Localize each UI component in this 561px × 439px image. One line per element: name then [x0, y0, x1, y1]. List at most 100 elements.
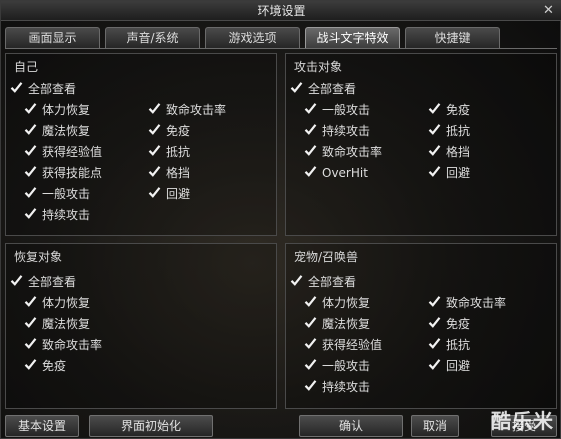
checkbox-self-item[interactable]: 一般攻击	[24, 186, 91, 202]
checkmark-icon	[24, 103, 37, 115]
checkbox-label: 格挡	[166, 166, 191, 180]
checkmark-icon	[10, 82, 23, 94]
checkbox-pet-item[interactable]: 体力恢复	[304, 295, 370, 311]
checkbox-heal_target-item[interactable]: 体力恢复	[24, 295, 90, 311]
panel-title-heal-target: 恢复对象	[14, 250, 63, 264]
checkbox-self-item[interactable]: 致命攻击率	[148, 102, 226, 118]
checkmark-icon	[304, 124, 317, 136]
window-title: 环境设置	[257, 4, 306, 18]
title-bar: 环境设置	[1, 1, 561, 21]
checkbox-label: OverHit	[322, 166, 368, 180]
checkbox-pet-item[interactable]: 抵抗	[428, 337, 471, 353]
tab-game-options[interactable]: 游戏选项	[205, 27, 300, 48]
panel-title-pet: 宠物/召唤兽	[294, 250, 359, 264]
checkbox-label: 抵抗	[446, 338, 471, 352]
checkbox-label: 魔法恢复	[42, 124, 91, 138]
checkbox-attack_target-item[interactable]: 一般攻击	[304, 102, 371, 118]
checkbox-self-item[interactable]: 魔法恢复	[24, 123, 91, 139]
checkmark-icon	[428, 359, 441, 371]
close-icon[interactable]: ✕	[541, 3, 556, 18]
checkbox-pet-item[interactable]: 免疫	[428, 316, 471, 332]
panel-title-self: 自己	[14, 60, 39, 74]
checkbox-heal_target-item[interactable]: 致命攻击率	[24, 337, 103, 353]
checkmark-icon	[428, 103, 441, 115]
checkbox-attack_target-item[interactable]: 免疫	[428, 102, 471, 118]
tab-display[interactable]: 画面显示	[5, 27, 100, 48]
checkmark-icon	[428, 317, 441, 329]
basic-settings-button[interactable]: 基本设置	[5, 415, 79, 437]
checkbox-label: 回避	[166, 187, 191, 201]
checkmark-icon	[24, 124, 37, 136]
checkbox-heal_target-all[interactable]: 全部查看	[10, 274, 77, 290]
checkbox-label: 一般攻击	[322, 103, 371, 117]
checkbox-attack_target-item[interactable]: 回避	[428, 165, 470, 181]
checkbox-label: 获得经验值	[42, 145, 103, 159]
checkbox-label: 免疫	[166, 124, 191, 138]
checkbox-label: 一般攻击	[322, 359, 371, 373]
checkbox-self-item[interactable]: 免疫	[148, 123, 191, 139]
panel-title-attack-target: 攻击对象	[294, 60, 343, 74]
checkbox-attack_target-item[interactable]: 抵抗	[428, 123, 471, 139]
cancel-button[interactable]: 取消	[411, 415, 459, 437]
checkbox-pet-item[interactable]: 回避	[428, 358, 470, 374]
checkbox-label: 免疫	[446, 317, 471, 331]
checkbox-label: 免疫	[42, 359, 67, 373]
checkbox-label: 免疫	[446, 103, 471, 117]
confirm-button[interactable]: 确认	[299, 415, 403, 437]
checkmark-icon	[304, 103, 317, 115]
checkbox-heal_target-item[interactable]: 魔法恢复	[24, 316, 91, 332]
checkbox-label: 致命攻击率	[322, 145, 383, 159]
tab-combat-text[interactable]: 战斗文字特效	[305, 27, 400, 49]
checkbox-self-item[interactable]: 获得经验值	[24, 144, 103, 160]
checkmark-icon	[428, 124, 441, 136]
checkmark-icon	[304, 166, 317, 178]
checkmark-icon	[24, 187, 37, 199]
checkmark-icon	[428, 145, 441, 157]
checkbox-label: 持续攻击	[42, 208, 91, 222]
checkmark-icon	[304, 380, 317, 392]
checkbox-label: 一般攻击	[42, 187, 91, 201]
checkbox-pet-item[interactable]: 魔法恢复	[304, 316, 370, 332]
checkbox-label: 魔法恢复	[42, 317, 91, 331]
checkbox-pet-item[interactable]: 持续攻击	[304, 379, 371, 395]
checkmark-icon	[290, 82, 303, 94]
checkmark-icon	[290, 275, 303, 287]
checkbox-pet-item[interactable]: 一般攻击	[304, 358, 371, 374]
checkbox-label: 全部查看	[28, 275, 77, 289]
checkbox-self-item[interactable]: 回避	[148, 186, 191, 202]
checkbox-label: 全部查看	[308, 275, 357, 289]
checkbox-label: 致命攻击率	[42, 338, 103, 352]
tab-divider	[5, 48, 557, 49]
checkmark-icon	[24, 166, 37, 178]
checkbox-self-item[interactable]: 获得技能点	[24, 165, 103, 181]
checkbox-self-item[interactable]: 抵抗	[148, 144, 190, 160]
checkmark-icon	[148, 103, 161, 115]
checkbox-self-item[interactable]: 持续攻击	[24, 207, 91, 223]
checkbox-self-item[interactable]: 格挡	[148, 165, 191, 181]
checkbox-heal_target-item[interactable]: 免疫	[24, 358, 67, 374]
checkmark-icon	[24, 317, 37, 329]
checkbox-attack_target-all[interactable]: 全部查看	[290, 81, 356, 97]
checkbox-label: 持续攻击	[322, 380, 371, 394]
checkbox-self-all[interactable]: 全部查看	[10, 81, 76, 97]
checkbox-label: 抵抗	[446, 124, 471, 138]
checkbox-label: 获得技能点	[42, 166, 103, 180]
checkbox-pet-item[interactable]: 获得经验值	[304, 337, 382, 353]
checkbox-attack_target-item[interactable]: OverHit	[304, 165, 368, 181]
checkmark-icon	[304, 296, 317, 308]
checkbox-attack_target-item[interactable]: 致命攻击率	[304, 144, 383, 160]
checkmark-icon	[24, 359, 37, 371]
checkmark-icon	[24, 208, 37, 220]
tab-hotkeys[interactable]: 快捷键	[405, 27, 500, 48]
tab-sound-system[interactable]: 声音/系统	[105, 27, 200, 48]
checkbox-attack_target-item[interactable]: 持续攻击	[304, 123, 370, 139]
checkbox-pet-item[interactable]: 致命攻击率	[428, 295, 506, 311]
checkmark-icon	[24, 338, 37, 350]
checkbox-pet-all[interactable]: 全部查看	[290, 274, 357, 290]
checkmark-icon	[304, 317, 317, 329]
reset-interface-button[interactable]: 界面初始化	[89, 415, 213, 437]
checkmark-icon	[148, 166, 161, 178]
checkbox-attack_target-item[interactable]: 格挡	[428, 144, 470, 160]
checkbox-self-item[interactable]: 体力恢复	[24, 102, 90, 118]
tab-bar: 画面显示 声音/系统 游戏选项 战斗文字特效 快捷键	[5, 27, 557, 49]
